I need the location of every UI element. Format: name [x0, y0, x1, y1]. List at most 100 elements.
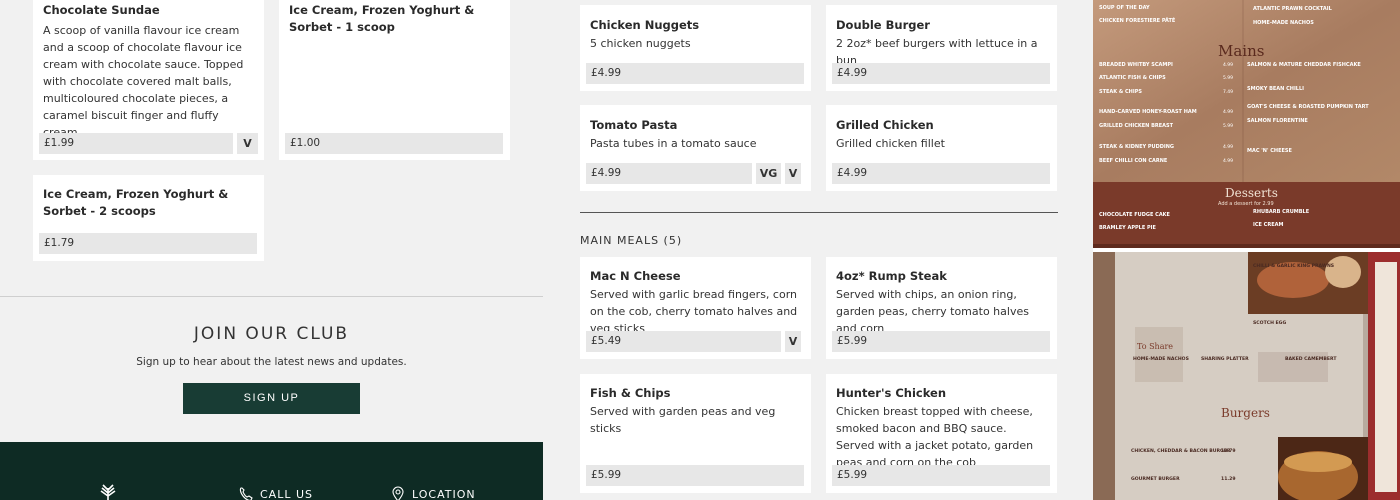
mains-item: STEAK & KIDNEY PUDDING: [1099, 144, 1174, 150]
menu-item-mac-n-cheese[interactable]: Mac N Cheese Served with garlic bread fi…: [580, 257, 811, 359]
mains-item: SMOKY BEAN CHILLI: [1247, 86, 1304, 92]
menu-item-fish-and-chips[interactable]: Fish & Chips Served with garden peas and…: [580, 374, 811, 493]
mains-item: HAND-CARVED HONEY-ROAST HAM: [1099, 109, 1197, 115]
menu-photo-burgers-image: HOME-MADE NACHOS SHARING PLATTER BAKED CAM…: [1093, 252, 1400, 500]
call-us-label: CALL US: [260, 487, 313, 500]
item-name: 4oz* Rump Steak: [836, 269, 947, 283]
location-link[interactable]: LOCATION: [390, 486, 476, 500]
mains-price: 5.99: [1223, 123, 1233, 129]
menu-item-rump-steak[interactable]: 4oz* Rump Steak Served with chips, an on…: [826, 257, 1057, 359]
item-price: £1.99: [39, 133, 233, 154]
menu-item-double-burger[interactable]: Double Burger 2 2oz* beef burgers with l…: [826, 5, 1057, 91]
map-pin-icon: [392, 486, 404, 500]
item-name: Grilled Chicken: [836, 118, 934, 132]
side-item: SCOTCH EGG: [1253, 320, 1286, 326]
dessert-item: CHOCOLATE FUDGE CAKE: [1099, 212, 1171, 218]
item-name: Hunter's Chicken: [836, 386, 947, 400]
item-price: £4.99: [586, 163, 752, 184]
mains-item: SALMON & MATURE CHEDDAR FISHCAKE: [1247, 62, 1361, 68]
vegan-badge: VG: [756, 163, 781, 184]
to-share-heading: To Share: [1137, 342, 1173, 351]
menu-item-hunters-chicken[interactable]: Hunter's Chicken Chicken breast topped w…: [826, 374, 1057, 493]
share-item: BAKED CAMEMBERT: [1285, 356, 1337, 362]
dessert-item: BRAMLEY APPLE PIE: [1099, 225, 1157, 231]
item-price: £5.49: [586, 331, 781, 352]
item-name: Chocolate Sundae: [43, 3, 160, 17]
sign-up-button[interactable]: SIGN UP: [183, 383, 360, 414]
burger-price: 11.29: [1221, 476, 1236, 482]
mains-price: 4.99: [1223, 144, 1233, 150]
mains-heading: Mains: [1218, 42, 1264, 60]
item-name: Tomato Pasta: [590, 118, 678, 132]
burger-item: GOURMET BURGER: [1131, 476, 1180, 482]
menu-item-chicken-nuggets[interactable]: Chicken Nuggets 5 chicken nuggets £4.99: [580, 5, 811, 91]
mains-price: 4.99: [1223, 109, 1233, 115]
location-label: LOCATION: [412, 487, 476, 500]
dessert-item: ICE CREAM: [1253, 222, 1283, 228]
club-subtitle: Sign up to hear about the latest news an…: [136, 356, 407, 368]
item-price: £5.99: [586, 465, 804, 486]
mains-price: 4.99: [1223, 158, 1233, 164]
item-description: Grilled chicken fillet: [836, 137, 945, 150]
item-name: Ice Cream, Frozen Yoghurt & Sorbet - 2 s…: [43, 187, 229, 218]
item-description: Served with chips, an onion ring, garden…: [836, 288, 1029, 335]
item-price: £1.00: [285, 133, 503, 154]
item-description: Chicken breast topped with cheese, smoke…: [836, 405, 1034, 469]
phone-icon: [239, 487, 253, 500]
menu-photo-mains[interactable]: SOUP OF THE DAY CHICKEN FORESTIERE PÂTÉ AT…: [1093, 0, 1400, 248]
item-name: Ice Cream, Frozen Yoghurt & Sorbet - 1 s…: [289, 3, 475, 34]
item-name: Fish & Chips: [590, 386, 671, 400]
mains-item: MAC 'N' CHEESE: [1247, 148, 1293, 154]
item-description: Served with garlic bread fingers, corn o…: [590, 288, 798, 335]
desserts-heading: Desserts: [1225, 186, 1278, 200]
mains-item: ATLANTIC FISH & CHIPS: [1099, 75, 1166, 81]
menu-item-tomato-pasta[interactable]: Tomato Pasta Pasta tubes in a tomato sau…: [580, 105, 811, 191]
main-meals-heading: MAIN MEALS (5): [580, 234, 683, 247]
item-price: £5.99: [832, 331, 1050, 352]
section-divider: [580, 212, 1058, 213]
site-footer: CALL US LOCATION: [0, 442, 543, 500]
share-item: SHARING PLATTER: [1201, 356, 1249, 362]
wheat-logo-icon: [100, 484, 116, 500]
vegetarian-badge: V: [785, 163, 801, 184]
mains-item: BEEF CHILLI CON CARNE: [1099, 158, 1168, 164]
vegetarian-badge: V: [237, 133, 258, 154]
item-price: £1.79: [39, 233, 257, 254]
dessert-panel: Chocolate Sundae A scoop of vanilla flav…: [0, 0, 543, 500]
mains-item: GOAT'S CHEESE & ROASTED PUMPKIN TART: [1247, 104, 1369, 110]
menu-item-ice-cream-2-scoops[interactable]: Ice Cream, Frozen Yoghurt & Sorbet - 2 s…: [33, 175, 264, 261]
item-description: Pasta tubes in a tomato sauce: [590, 137, 757, 150]
item-price: £4.99: [832, 63, 1050, 84]
dessert-item: RHUBARB CRUMBLE: [1253, 209, 1310, 215]
mains-item: GRILLED CHICKEN BREAST: [1099, 123, 1174, 129]
item-description: Served with garden peas and veg sticks: [590, 405, 776, 435]
section-divider: [0, 296, 543, 297]
menu-line: HOME-MADE NACHOS: [1253, 20, 1314, 26]
menu-line: ATLANTIC PRAWN COCKTAIL: [1253, 6, 1333, 12]
share-item: HOME-MADE NACHOS: [1133, 356, 1189, 362]
club-title: JOIN OUR CLUB: [193, 324, 350, 344]
item-price: £4.99: [832, 163, 1050, 184]
item-name: Double Burger: [836, 18, 930, 32]
item-price: £4.99: [586, 63, 804, 84]
mains-price: 7.49: [1223, 89, 1233, 95]
menu-photo-burgers[interactable]: HOME-MADE NACHOS SHARING PLATTER BAKED CAM…: [1093, 252, 1400, 500]
mains-item: SALMON FLORENTINE: [1247, 118, 1308, 124]
call-us-link[interactable]: CALL US: [238, 486, 313, 500]
desserts-subtitle: Add a dessert for 2.99: [1218, 201, 1274, 207]
burger-item: CHICKEN, CHEDDAR & BACON BURGER: [1131, 448, 1231, 454]
menu-item-chocolate-sundae[interactable]: Chocolate Sundae A scoop of vanilla flav…: [33, 0, 264, 160]
mains-price: 5.99: [1223, 75, 1233, 81]
menu-item-grilled-chicken[interactable]: Grilled Chicken Grilled chicken fillet £…: [826, 105, 1057, 191]
mains-price: 4.99: [1223, 62, 1233, 68]
item-name: Mac N Cheese: [590, 269, 681, 283]
menu-line: SOUP OF THE DAY: [1099, 5, 1150, 11]
item-price: £5.99: [832, 465, 1050, 486]
vegetarian-badge: V: [785, 331, 801, 352]
mains-item: BREADED WHITBY SCAMPI: [1099, 62, 1173, 68]
menu-item-ice-cream-1-scoop[interactable]: Ice Cream, Frozen Yoghurt & Sorbet - 1 s…: [279, 0, 510, 160]
menu-photo-mains-image: SOUP OF THE DAY CHICKEN FORESTIERE PÂTÉ AT…: [1093, 0, 1400, 248]
burger-price: 10.79: [1221, 448, 1236, 454]
menu-line: CHICKEN FORESTIERE PÂTÉ: [1099, 16, 1176, 24]
item-description: 5 chicken nuggets: [590, 37, 691, 50]
